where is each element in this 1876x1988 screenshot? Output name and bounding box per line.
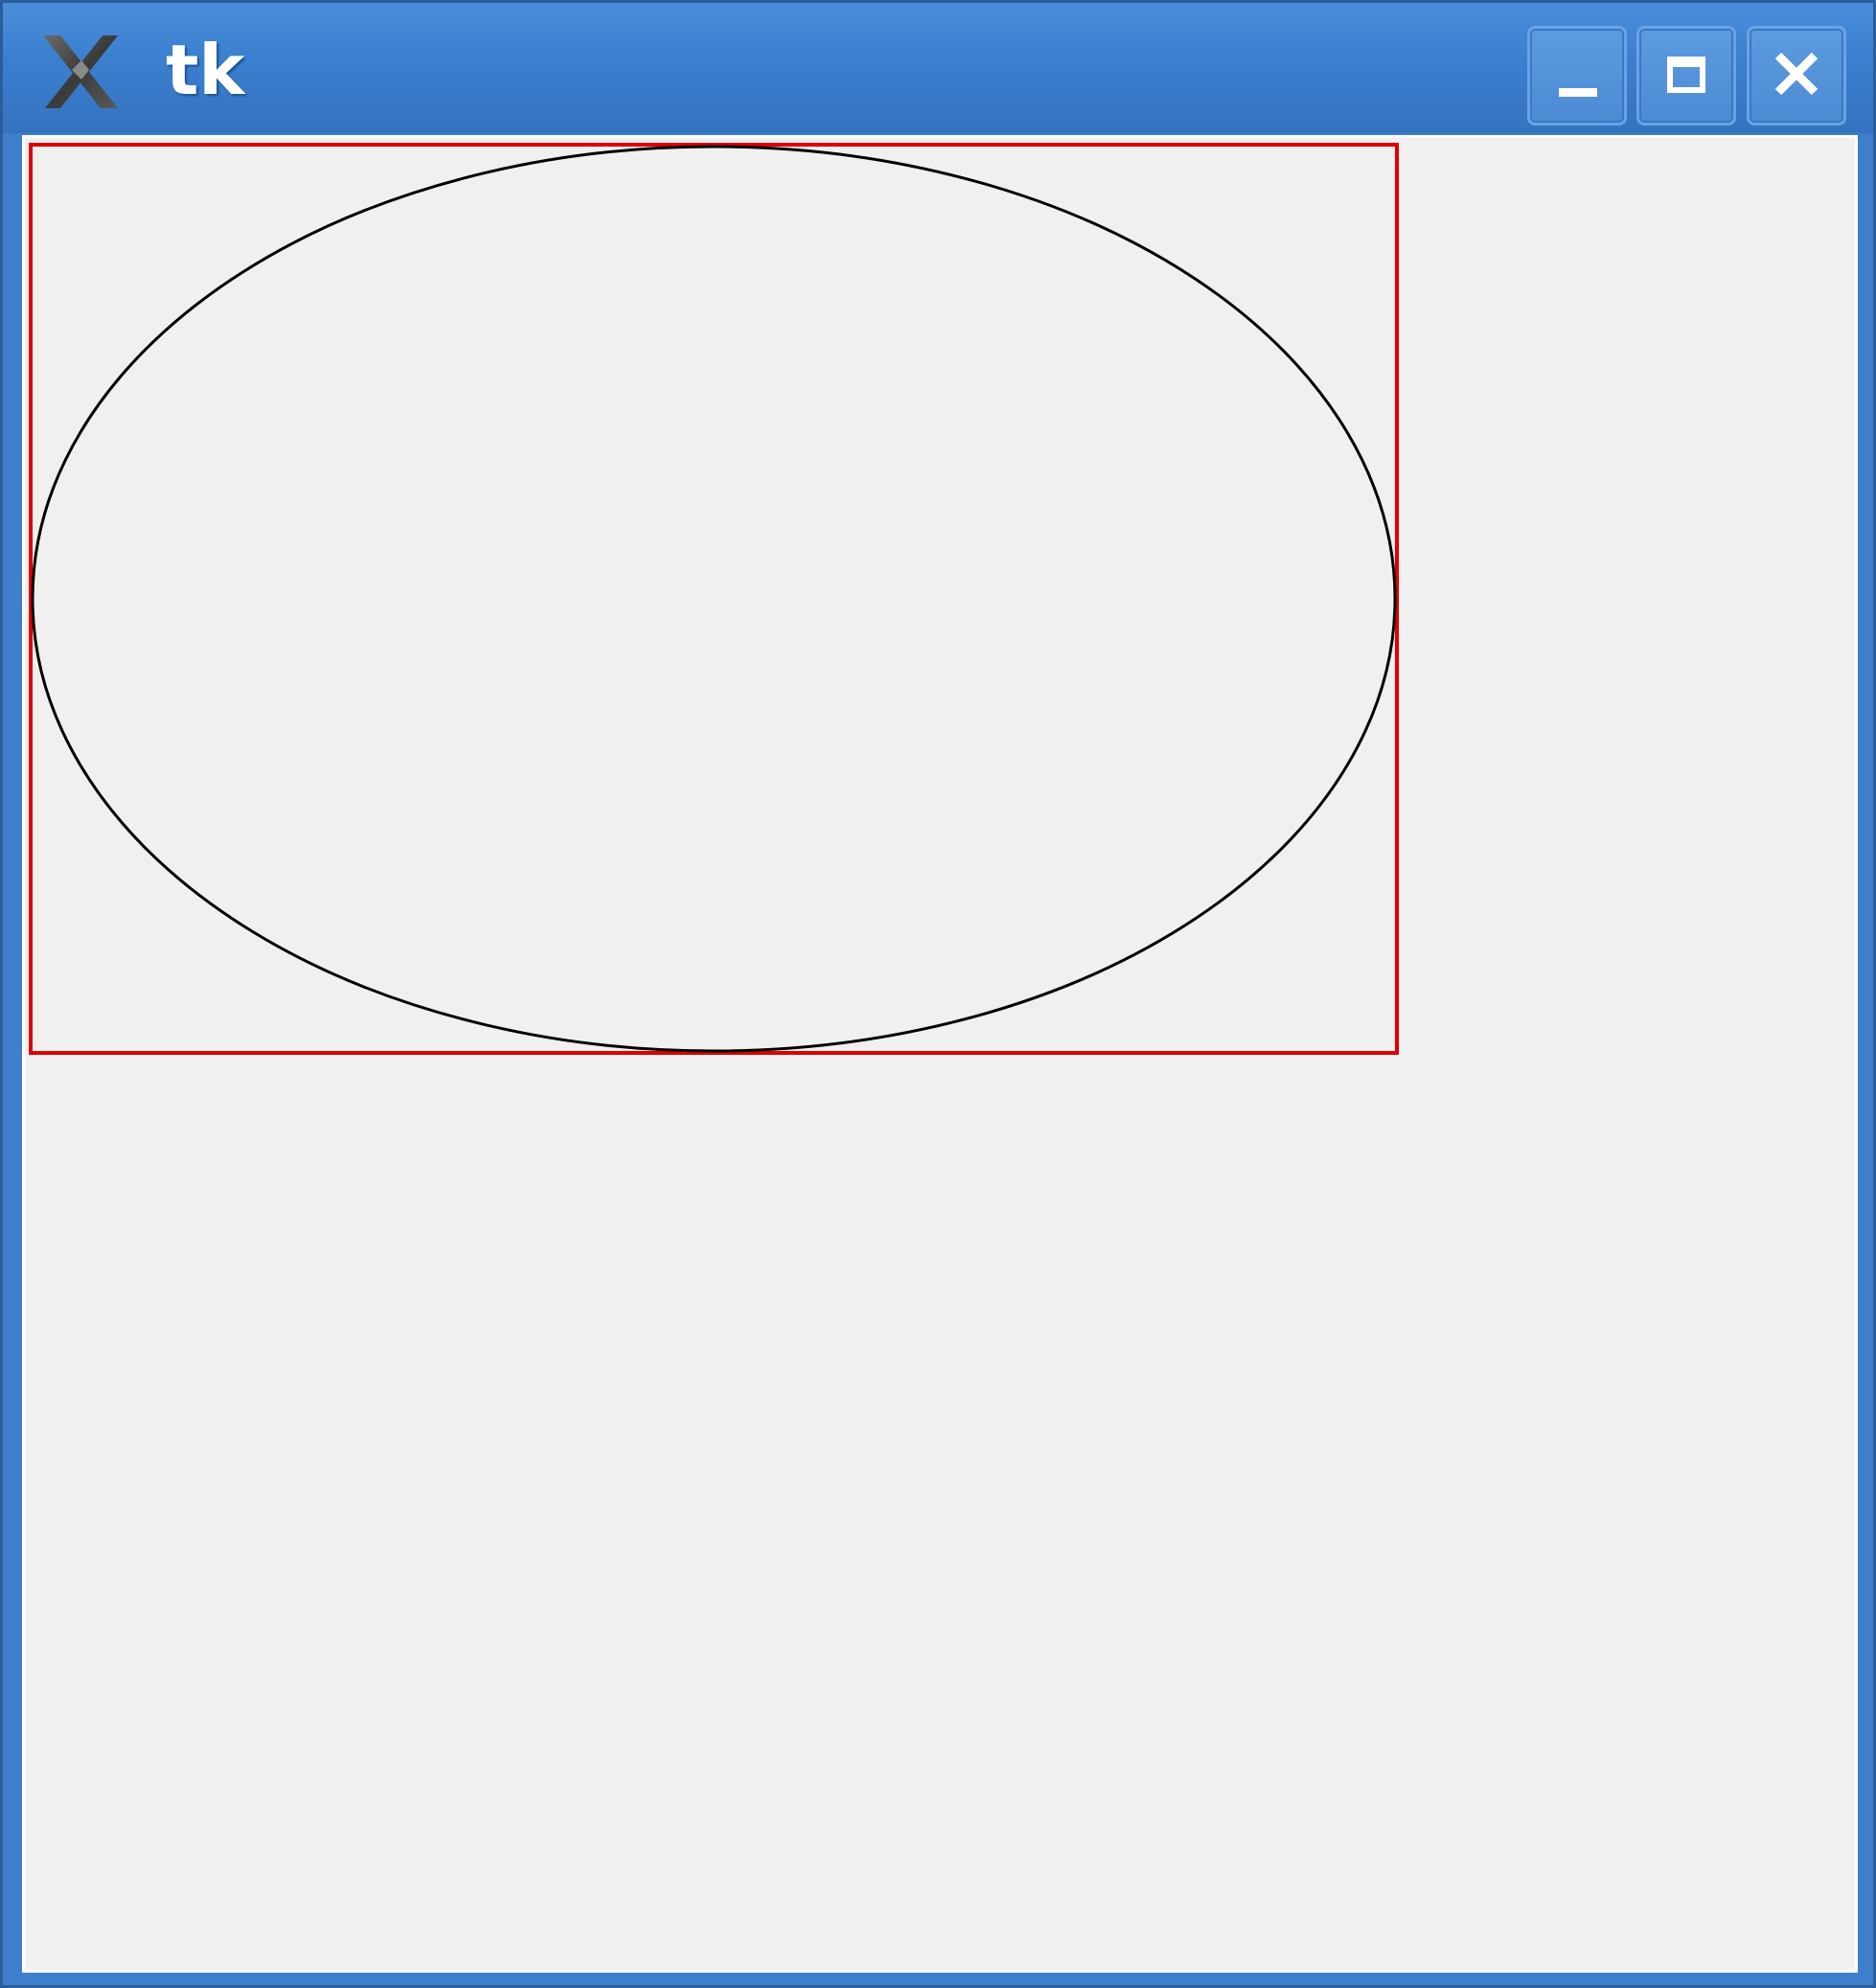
red-rectangle: [29, 143, 1399, 1055]
black-oval: [31, 145, 1397, 1053]
minimize-button[interactable]: [1527, 26, 1627, 126]
tk-window: tk: [0, 0, 1876, 1988]
canvas-area[interactable]: [22, 135, 1858, 1973]
title-bar[interactable]: tk: [3, 3, 1873, 133]
tk-canvas[interactable]: [25, 138, 1855, 1970]
maximize-button[interactable]: [1636, 26, 1736, 126]
window-title: tk: [166, 30, 245, 110]
minimize-icon: [1559, 88, 1597, 97]
close-icon: [1774, 52, 1819, 96]
x-logo-icon[interactable]: [39, 32, 122, 112]
close-button[interactable]: [1747, 26, 1846, 126]
maximize-icon: [1667, 57, 1705, 93]
